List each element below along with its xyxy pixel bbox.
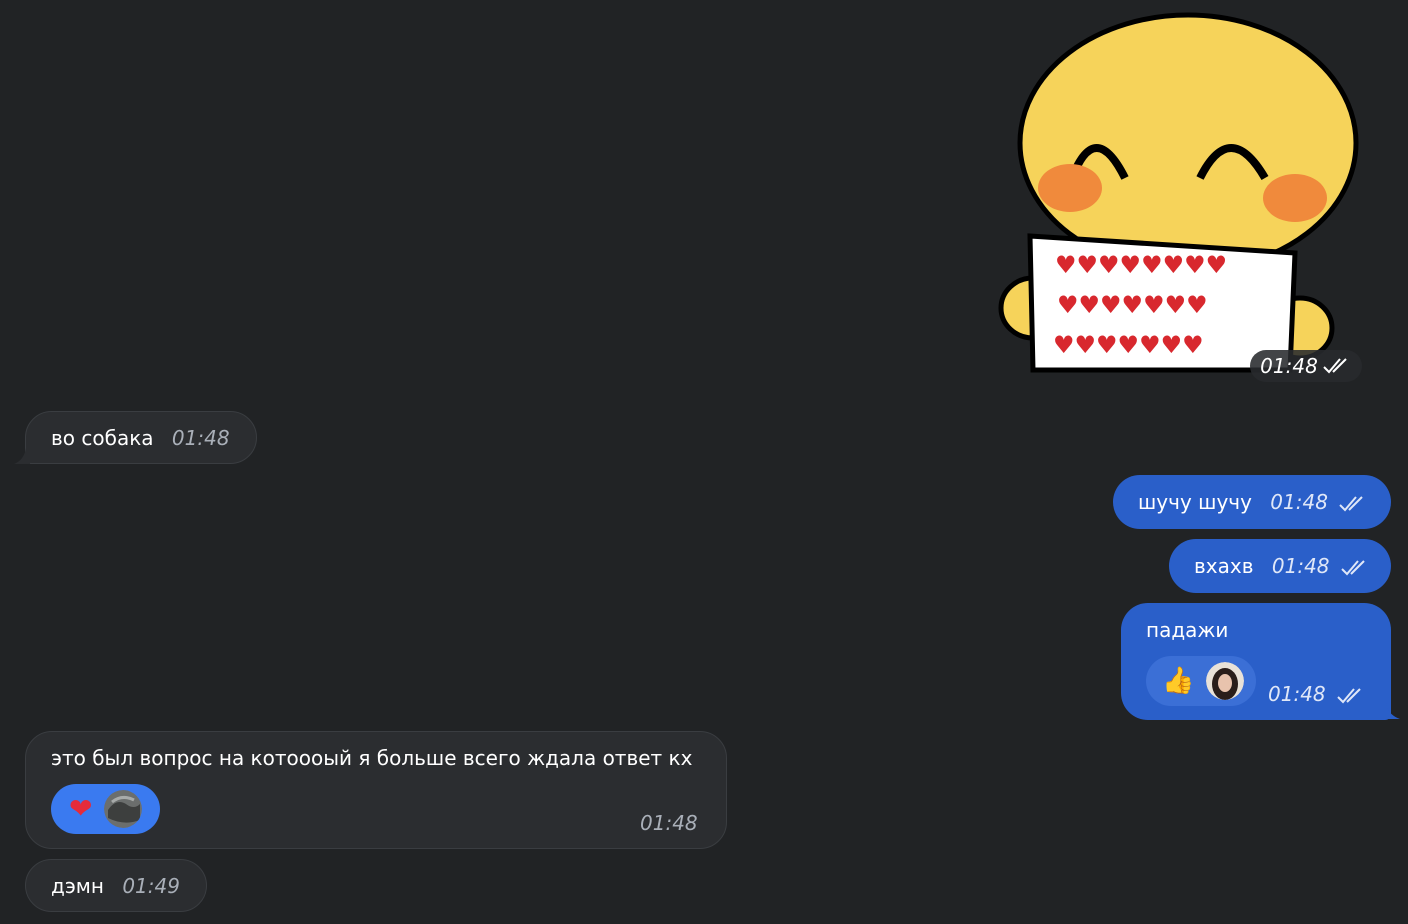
double-check-icon [1341,559,1365,575]
message-time: 01:48 [1271,554,1330,578]
message-time: 01:48 [640,811,698,835]
bubble-tail [14,448,30,464]
sticker-message[interactable]: ♥♥♥♥♥♥♥♥ ♥♥♥♥♥♥♥ ♥♥♥♥♥♥♥ [995,8,1365,388]
svg-text:♥♥♥♥♥♥♥♥: ♥♥♥♥♥♥♥♥ [1055,251,1227,279]
sticker-timestamp: 01:48 [1250,350,1362,382]
message-time: 01:48 [1260,354,1318,378]
message-time: 01:48 [1270,490,1328,514]
avatar [104,790,143,828]
double-check-icon [1337,687,1361,703]
incoming-message[interactable]: это был вопрос на котоооый я больше всег… [25,731,727,849]
message-text: падажи [1146,618,1229,642]
message-text: во собака [51,426,154,450]
message-text: это был вопрос на котоооый я больше всег… [51,746,693,770]
svg-text:♥♥♥♥♥♥♥: ♥♥♥♥♥♥♥ [1053,331,1204,359]
double-check-icon [1339,495,1364,511]
message-time: 01:48 [1268,682,1326,706]
outgoing-message[interactable]: падажи 👍 01:48 [1121,603,1391,720]
hearts-sticker-image: ♥♥♥♥♥♥♥♥ ♥♥♥♥♥♥♥ ♥♥♥♥♥♥♥ [998,12,1359,373]
heart-icon: ❤ [69,792,93,825]
bubble-tail [1382,703,1400,719]
chat-message-list[interactable]: ♥♥♥♥♥♥♥♥ ♥♥♥♥♥♥♥ ♥♥♥♥♥♥♥ 01:48 во собака… [0,0,1408,924]
outgoing-message[interactable]: вхахв 01:48 [1169,539,1391,593]
double-check-icon [1323,358,1347,374]
message-text: дэмн [51,874,104,898]
svg-text:♥♥♥♥♥♥♥: ♥♥♥♥♥♥♥ [1057,291,1208,319]
message-time: 01:48 [171,426,230,450]
message-text: вхахв [1194,554,1254,578]
message-time: 01:49 [122,874,180,898]
avatar [1206,662,1245,700]
incoming-message[interactable]: во собака 01:48 [25,411,257,464]
thumbs-up-icon: 👍 [1162,666,1195,696]
reaction-heart[interactable]: ❤ [51,784,160,834]
incoming-message[interactable]: дэмн 01:49 [25,859,207,912]
outgoing-message[interactable]: шучу шучу 01:48 [1113,475,1391,529]
reaction-thumbs-up[interactable]: 👍 [1146,656,1256,706]
message-text: шучу шучу [1138,490,1252,514]
